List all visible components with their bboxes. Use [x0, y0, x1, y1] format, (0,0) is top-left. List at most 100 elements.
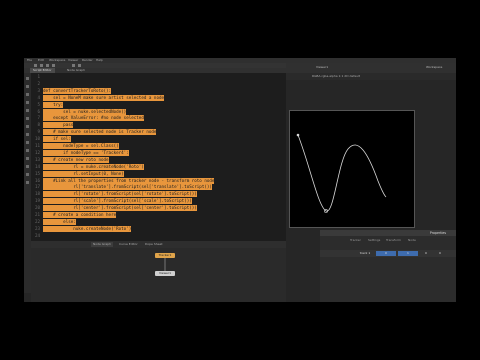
code-line[interactable]: 14 rl = nuke.createNode('Roto') — [31, 163, 286, 170]
line-number: 11 — [34, 143, 40, 148]
code-text[interactable]: if sel: — [43, 136, 71, 143]
save-script-icon[interactable] — [40, 64, 43, 67]
code-text[interactable]: pass — [43, 122, 74, 129]
track-name-cell[interactable]: track 1 — [356, 251, 374, 256]
code-text[interactable]: rl['rotate'].fromScript(sel['rotate'].to… — [43, 191, 197, 198]
graph-tabbar: Node Graph Curve Editor Dope Sheet — [31, 241, 286, 248]
code-line[interactable]: 18 rl['rotate'].fromScript(sel['rotate']… — [31, 191, 286, 198]
code-line[interactable]: 10 if sel: — [31, 136, 286, 143]
code-line[interactable]: 19 rl['scale'].fromScript(sel['scale'].t… — [31, 198, 286, 205]
code-line[interactable]: 20 rl['center'].fromScript(sel['center']… — [31, 205, 286, 212]
code-text[interactable]: rl['center'].fromScript(sel['center'].to… — [43, 205, 197, 212]
draw-tool-icon[interactable] — [26, 93, 29, 96]
line-number: 7 — [37, 115, 40, 121]
tab-dope-sheet[interactable]: Dope Sheet — [143, 242, 165, 247]
channel-tool-icon[interactable] — [26, 109, 29, 112]
color-tool-icon[interactable] — [26, 117, 29, 120]
code-line[interactable]: 23 nuke.createNode('Roto') — [31, 225, 286, 232]
tab-tracker[interactable]: Tracker — [350, 238, 361, 243]
viewer-tab[interactable]: Viewer1 — [316, 65, 328, 70]
code-line[interactable]: 3 def convertTrackerToRoto(): — [31, 87, 286, 94]
code-text[interactable]: #Link all the properties from tracker no… — [43, 177, 215, 184]
code-line[interactable]: 2 — [31, 81, 286, 87]
code-text[interactable]: nuke.createNode('Roto') — [43, 225, 132, 232]
code-line[interactable]: 1 — [31, 74, 286, 80]
line-number: 4 — [37, 94, 40, 100]
properties-panel: Properties Tracker Settings Transform No… — [320, 230, 456, 302]
code-line[interactable]: 13 # create new roto node — [31, 156, 286, 163]
line-number: 17 — [34, 184, 40, 190]
viewer-node[interactable]: Viewer1 — [155, 271, 175, 276]
start-point[interactable] — [296, 133, 300, 137]
code-text[interactable]: nodeType = sel.Class() — [43, 143, 119, 149]
node-graph[interactable]: Tracker1 Viewer1 — [31, 248, 286, 302]
filter-tool-icon[interactable] — [26, 125, 29, 128]
merge-tool-icon[interactable] — [26, 141, 29, 144]
code-line[interactable]: 4 sel = NoneM make sure artist selected … — [31, 94, 286, 101]
code-text[interactable]: # create new roto node — [43, 156, 109, 163]
code-line[interactable]: 7 except ValueError: #no node selected — [31, 115, 286, 122]
tracker-node[interactable]: Tracker1 — [155, 253, 175, 258]
line-number: 1 — [37, 74, 40, 79]
code-text[interactable]: def convertTrackerToRoto(): — [43, 87, 112, 94]
clear-output-icon[interactable] — [52, 64, 55, 67]
tab-node-graph-lower[interactable]: Node Graph — [91, 242, 113, 247]
code-text[interactable]: if nodeType == 'Tracker4': — [43, 149, 129, 156]
code-text[interactable]: try: — [43, 101, 64, 108]
transform-tool-icon[interactable] — [26, 149, 29, 152]
script-editor[interactable]: 1 2 3 def convertTrackerToRoto(): 4 sel = No… — [31, 73, 286, 241]
other-tool-icon[interactable] — [26, 181, 29, 184]
track-y-cell[interactable]: 1 — [398, 251, 418, 256]
workspace-label[interactable]: Workspace — [426, 65, 442, 70]
tab-transform[interactable]: Transform — [386, 238, 401, 243]
prev-script-icon[interactable] — [72, 64, 75, 67]
code-text[interactable]: except ValueError: #no node selected — [43, 115, 144, 122]
code-text[interactable]: # create a condition here — [43, 212, 117, 218]
line-number: 23 — [34, 225, 40, 231]
code-text[interactable]: # make sure selected node is Tracker nod… — [43, 129, 157, 136]
code-text[interactable]: sel = nuke.selectedNode() — [43, 108, 127, 115]
code-text[interactable]: rl = nuke.createNode('Roto') — [43, 163, 144, 170]
track-r-cell[interactable]: 0 — [434, 251, 446, 256]
code-line[interactable]: 17 rl['translate'].fromScript(sel['trans… — [31, 184, 286, 191]
next-script-icon[interactable] — [78, 64, 81, 67]
viewer-canvas[interactable] — [289, 110, 415, 228]
3d-tool-icon[interactable] — [26, 157, 29, 160]
code-line[interactable]: 24 — [31, 233, 286, 239]
views-tool-icon[interactable] — [26, 165, 29, 168]
viewer-controls: RGBA rgba.alpha 1:1 2D default — [286, 73, 456, 80]
tab-node[interactable]: Node — [408, 238, 416, 243]
code-line[interactable]: 15 rl.setInput(0, None) — [31, 170, 286, 177]
code-line[interactable]: 11 nodeType = sel.Class() — [31, 143, 286, 149]
code-text[interactable]: sel = NoneM make sure artist selected a … — [43, 94, 165, 101]
tab-curve-editor[interactable]: Curve Editor — [117, 242, 140, 247]
code-line[interactable]: 16 #Link all the properties from tracker… — [31, 177, 286, 184]
line-number: 14 — [34, 163, 40, 169]
metadata-tool-icon[interactable] — [26, 173, 29, 176]
line-number: 9 — [37, 129, 40, 135]
code-line[interactable]: 22 else: — [31, 218, 286, 225]
code-text[interactable]: rl['translate'].fromScript(sel['translat… — [43, 184, 212, 191]
load-script-icon[interactable] — [34, 64, 37, 67]
pointer-tool-icon[interactable] — [26, 77, 29, 80]
run-script-icon[interactable] — [46, 64, 49, 67]
code-text[interactable]: rl['scale'].fromScript(sel['scale'].toSc… — [43, 198, 192, 205]
code-line[interactable]: 5 try: — [31, 101, 286, 108]
code-line[interactable]: 8 pass — [31, 122, 286, 129]
track-t-cell[interactable]: 0 — [420, 251, 432, 256]
line-number: 13 — [34, 156, 40, 162]
code-text[interactable]: else: — [43, 218, 76, 225]
keyer-tool-icon[interactable] — [26, 133, 29, 136]
viewer-channel-info[interactable]: RGBA rgba.alpha 1:1 2D default — [312, 74, 360, 79]
track-row[interactable]: track 1 0 1 0 0 — [320, 250, 456, 257]
track-x-cell[interactable]: 0 — [376, 251, 396, 256]
code-text[interactable]: rl.setInput(0, None) — [43, 170, 124, 177]
code-line[interactable]: 21 # create a condition here — [31, 212, 286, 218]
code-line[interactable]: 12 if nodeType == 'Tracker4': — [31, 149, 286, 156]
time-tool-icon[interactable] — [26, 101, 29, 104]
code-line[interactable]: 9 # make sure selected node is Tracker n… — [31, 129, 286, 136]
line-number: 12 — [34, 149, 40, 155]
code-line[interactable]: 6 sel = nuke.selectedNode() — [31, 108, 286, 115]
tab-settings[interactable]: Settings — [368, 238, 380, 243]
image-tool-icon[interactable] — [26, 85, 29, 88]
